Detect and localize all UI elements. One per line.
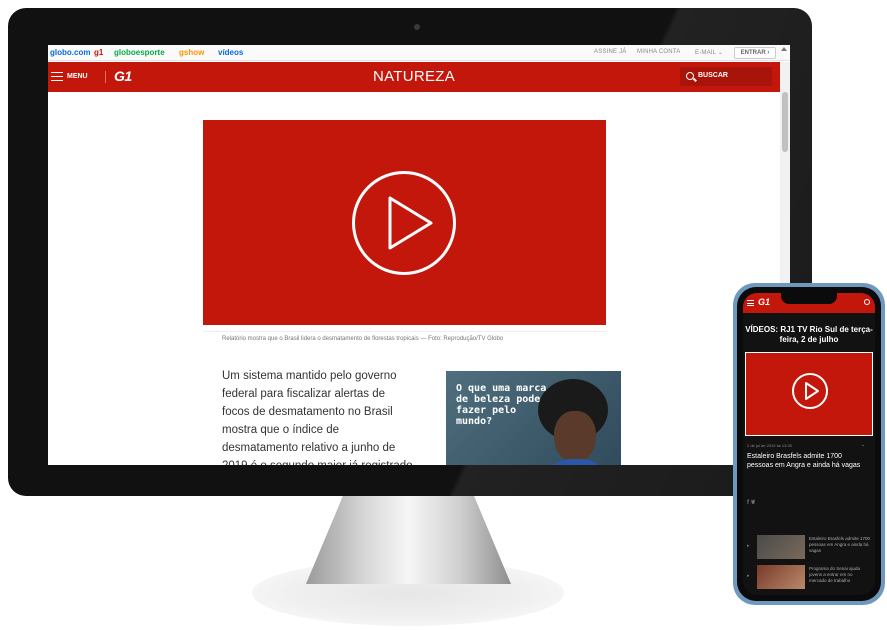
account-link[interactable]: MINHA CONTA [637,49,680,55]
login-button[interactable]: ENTRAR › [734,47,776,59]
article-line: focos de desmatamento no Brasil [222,406,393,418]
article-line: 2019 é o segundo maior já registrado [222,457,422,465]
phone-video-title: VÍDEOS: RJ1 TV Rio Sul de terça-feira, 2… [745,325,873,344]
scrollbar-thumb[interactable] [782,92,788,152]
ad-headline: O que uma marca de beleza pode fazer pel… [456,383,547,427]
related-title: Estaleiro Brasfels admite 1700 pessoas e… [809,536,871,553]
caption-divider [203,331,606,332]
search-button[interactable]: BUSCAR [680,67,772,86]
phone-screen: G1 VÍDEOS: RJ1 TV Rio Sul de terça-feira… [743,293,875,595]
phone-bezel: G1 VÍDEOS: RJ1 TV Rio Sul de terça-feira… [737,287,881,601]
phone-play-button[interactable] [792,373,828,409]
smartphone: G1 VÍDEOS: RJ1 TV Rio Sul de terça-feira… [733,283,885,605]
article-line: desmatamento relativo a junho de [222,442,396,454]
share-icons[interactable]: f ❦ [747,499,787,506]
email-link[interactable]: E-MAIL ⌄ [695,49,723,56]
g1-header: MENU G1 NATUREZA BUSCAR [48,62,780,92]
phone-video-subtitle: Estaleiro Brasfels admite 1700 pessoas e… [747,453,861,469]
phone-hamburger-icon[interactable] [747,300,754,306]
link-videos[interactable]: vídeos [218,48,243,57]
phone-search-icon[interactable] [864,299,870,305]
link-globo-com[interactable]: globo.com [50,48,90,57]
scroll-up-icon[interactable] [781,47,787,51]
article-line: Um sistema mantido pelo governo [222,370,397,382]
play-mini-icon: ▸ [747,543,750,549]
article-body: Um sistema mantido pelo governo federal … [222,367,422,465]
article-line: federal para fiscalizar alertas de [222,388,385,400]
ad-model-face [554,411,596,463]
link-gshow[interactable]: gshow [179,48,204,57]
phone-video-player[interactable] [745,352,873,436]
article-line: mostra que o índice de [222,424,339,436]
webcam-icon [414,24,420,30]
link-globoesporte[interactable]: globoesporte [114,48,165,57]
monitor-stand [306,496,511,584]
related-title: Programa do Senai ajuda jovens a entrar … [809,566,861,583]
related-thumbnail [757,565,805,589]
related-video-item[interactable]: ▸ Programa do Senai ajuda jovens a entra… [747,565,871,591]
related-video-item[interactable]: ▸ Estaleiro Brasfels admite 1700 pessoas… [747,535,871,561]
play-icon [388,196,433,250]
related-thumbnail [757,535,805,559]
search-icon [686,72,694,80]
advertisement[interactable]: O que uma marca de beleza pode fazer pel… [446,371,621,465]
video-player[interactable] [203,120,606,325]
chevron-down-icon[interactable]: ⌄ [861,442,865,448]
video-caption: Relatório mostra que o Brasil lidera o d… [222,336,504,342]
ad-model-shirt [541,459,611,465]
browser-screen: globo.com g1 globoesporte gshow vídeos A… [48,45,790,465]
subscribe-link[interactable]: ASSINE JÁ [594,49,626,55]
link-g1[interactable]: g1 [94,48,103,57]
globo-top-bar: globo.com g1 globoesporte gshow vídeos A… [48,45,790,61]
play-mini-icon: ▸ [747,573,750,579]
phone-g1-logo[interactable]: G1 [758,297,770,307]
phone-video-meta: 2 de jul de 2019 às 13:30 [747,443,792,448]
search-label: BUSCAR [698,72,728,79]
phone-play-icon [805,382,819,400]
section-title[interactable]: NATUREZA [48,68,780,85]
play-button[interactable] [352,171,456,275]
desktop-monitor: globo.com g1 globoesporte gshow vídeos A… [8,8,812,496]
phone-notch [781,293,837,304]
